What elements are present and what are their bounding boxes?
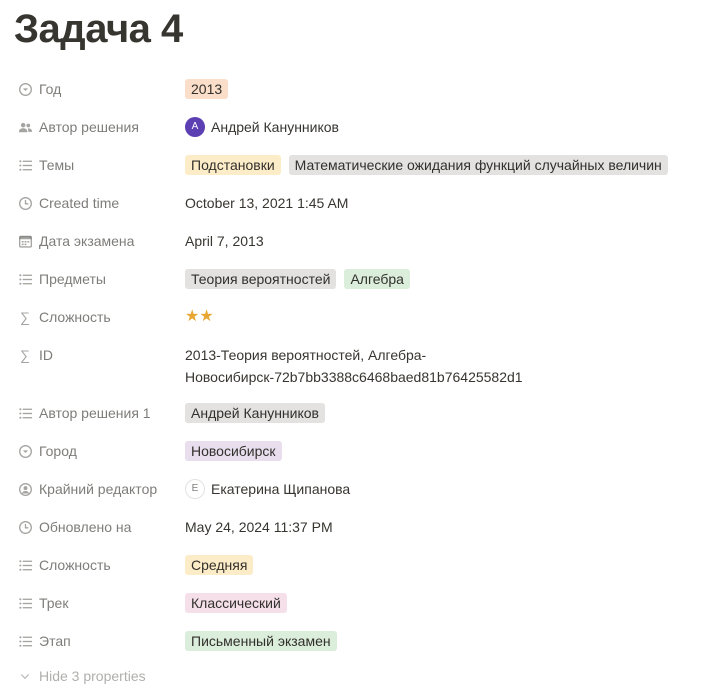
formula-icon: ∑ (20, 309, 30, 325)
property-label: ID (39, 347, 53, 363)
property-row-track[interactable]: Трек Классический (0, 584, 714, 622)
tag[interactable]: Подстановки (185, 155, 281, 175)
property-label: Обновлено на (39, 519, 132, 535)
property-row-solution-author-1[interactable]: Автор решения 1 Андрей Канунников (0, 394, 714, 432)
property-row-stage[interactable]: Этап Письменный экзамен (0, 622, 714, 660)
property-key[interactable]: Created time (17, 193, 119, 213)
property-value: 2013-Теория вероятностей, Алгебра-Новоси… (185, 345, 530, 388)
multiselect-icon (17, 405, 33, 421)
property-label: Дата экзамена (39, 233, 135, 249)
multiselect-icon (17, 633, 33, 649)
property-value[interactable]: А Андрей Канунников (185, 117, 684, 137)
property-value[interactable]: 2013 (185, 79, 684, 99)
property-label: Этап (39, 633, 71, 649)
property-row-difficulty-formula[interactable]: ∑ Сложность ★★ (0, 298, 714, 336)
property-value: ★★ (185, 307, 684, 327)
avatar: Е (185, 479, 205, 499)
select-icon (17, 81, 33, 97)
id-value: 2013-Теория вероятностей, Алгебра-Новоси… (185, 347, 523, 385)
property-key[interactable]: Сложность (17, 555, 111, 575)
property-value[interactable]: Классический (185, 593, 684, 613)
property-value[interactable]: April 7, 2013 (185, 231, 684, 251)
tag[interactable]: Новосибирск (185, 441, 282, 461)
tag[interactable]: Классический (185, 593, 287, 613)
property-label: Сложность (39, 309, 111, 325)
tag[interactable]: Андрей Канунников (185, 403, 325, 423)
clock-icon (17, 195, 33, 211)
tag[interactable]: 2013 (185, 79, 229, 99)
property-row-id[interactable]: ∑ ID 2013-Теория вероятностей, Алгебра-Н… (0, 336, 714, 394)
property-label: Предметы (39, 271, 106, 287)
property-label: Трек (39, 595, 69, 611)
multiselect-icon (17, 595, 33, 611)
property-value: Е Екатерина Щипанова (185, 479, 684, 499)
property-label: Город (39, 443, 77, 459)
property-label: Крайний редактор (39, 481, 158, 497)
property-label: Автор решения 1 (39, 405, 151, 421)
property-key[interactable]: Дата экзамена (17, 231, 134, 251)
property-row-last-editor[interactable]: Крайний редактор Е Екатерина Щипанова (0, 470, 714, 508)
property-value[interactable]: Теория вероятностей Алгебра (185, 269, 684, 289)
tag[interactable]: Письменный экзамен (185, 631, 337, 651)
datetime-value: October 13, 2021 1:45 AM (185, 195, 349, 211)
property-row-difficulty[interactable]: Сложность Средняя (0, 546, 714, 584)
property-key[interactable]: Год (17, 79, 61, 99)
property-value: May 24, 2024 11:37 PM (185, 517, 684, 537)
select-icon (17, 443, 33, 459)
tag[interactable]: Средняя (185, 555, 254, 575)
property-key[interactable]: Темы (17, 155, 74, 175)
property-row-created-time[interactable]: Created time October 13, 2021 1:45 AM (0, 184, 714, 222)
tag[interactable]: Алгебра (344, 269, 410, 289)
property-row-subjects[interactable]: Предметы Теория вероятностей Алгебра (0, 260, 714, 298)
property-value[interactable]: Новосибирск (185, 441, 684, 461)
property-value[interactable]: Андрей Канунников (185, 403, 684, 423)
person-name[interactable]: Андрей Канунников (211, 117, 339, 137)
property-key[interactable]: Автор решения 1 (17, 403, 151, 423)
property-row-year[interactable]: Год 2013 (0, 70, 714, 108)
formula-icon: ∑ (20, 347, 30, 363)
property-row-city[interactable]: Город Новосибирск (0, 432, 714, 470)
person-name: Екатерина Щипанова (211, 481, 351, 497)
property-label: Темы (39, 157, 75, 173)
property-row-solution-author[interactable]: Автор решения А Андрей Канунников (0, 108, 714, 146)
clock-icon (17, 519, 33, 535)
property-label: Сложность (39, 557, 111, 573)
property-value: October 13, 2021 1:45 AM (185, 193, 684, 213)
property-key[interactable]: ∑ ID (17, 345, 53, 365)
hide-properties-button[interactable]: Hide 3 properties (17, 668, 146, 684)
properties-list: Год 2013 Автор решения А Андрей Канунник… (0, 70, 714, 660)
property-key[interactable]: Город (17, 441, 77, 461)
property-label: Год (39, 81, 62, 97)
multiselect-icon (17, 271, 33, 287)
property-value[interactable]: Подстановки Математические ожидания функ… (185, 155, 684, 175)
property-key[interactable]: Этап (17, 631, 71, 651)
date-value[interactable]: April 7, 2013 (185, 231, 264, 251)
property-key[interactable]: Предметы (17, 269, 106, 289)
page-title[interactable]: Задача 4 (14, 5, 183, 53)
calendar-icon (17, 233, 33, 249)
property-label: Created time (39, 195, 120, 211)
multiselect-icon (17, 557, 33, 573)
property-key[interactable]: Автор решения (17, 117, 139, 137)
people-icon (17, 119, 33, 135)
multiselect-icon (17, 157, 33, 173)
property-value[interactable]: Средняя (185, 555, 684, 575)
tag[interactable]: Математические ожидания функций случайны… (288, 155, 668, 175)
star-rating: ★★ (185, 308, 214, 325)
chevron-down-icon (17, 668, 33, 684)
avatar: А (185, 117, 205, 137)
property-row-updated-at[interactable]: Обновлено на May 24, 2024 11:37 PM (0, 508, 714, 546)
person-icon (17, 481, 33, 497)
tag[interactable]: Теория вероятностей (185, 269, 337, 289)
property-key[interactable]: Трек (17, 593, 68, 613)
property-key[interactable]: Обновлено на (17, 517, 131, 537)
property-row-topics[interactable]: Темы Подстановки Математические ожидания… (0, 146, 714, 184)
property-row-exam-date[interactable]: Дата экзамена April 7, 2013 (0, 222, 714, 260)
hide-properties-label: Hide 3 properties (39, 668, 146, 684)
datetime-value: May 24, 2024 11:37 PM (185, 519, 333, 535)
property-key[interactable]: Крайний редактор (17, 479, 157, 499)
property-label: Автор решения (39, 119, 139, 135)
property-key[interactable]: ∑ Сложность (17, 307, 111, 327)
property-value[interactable]: Письменный экзамен (185, 631, 684, 651)
